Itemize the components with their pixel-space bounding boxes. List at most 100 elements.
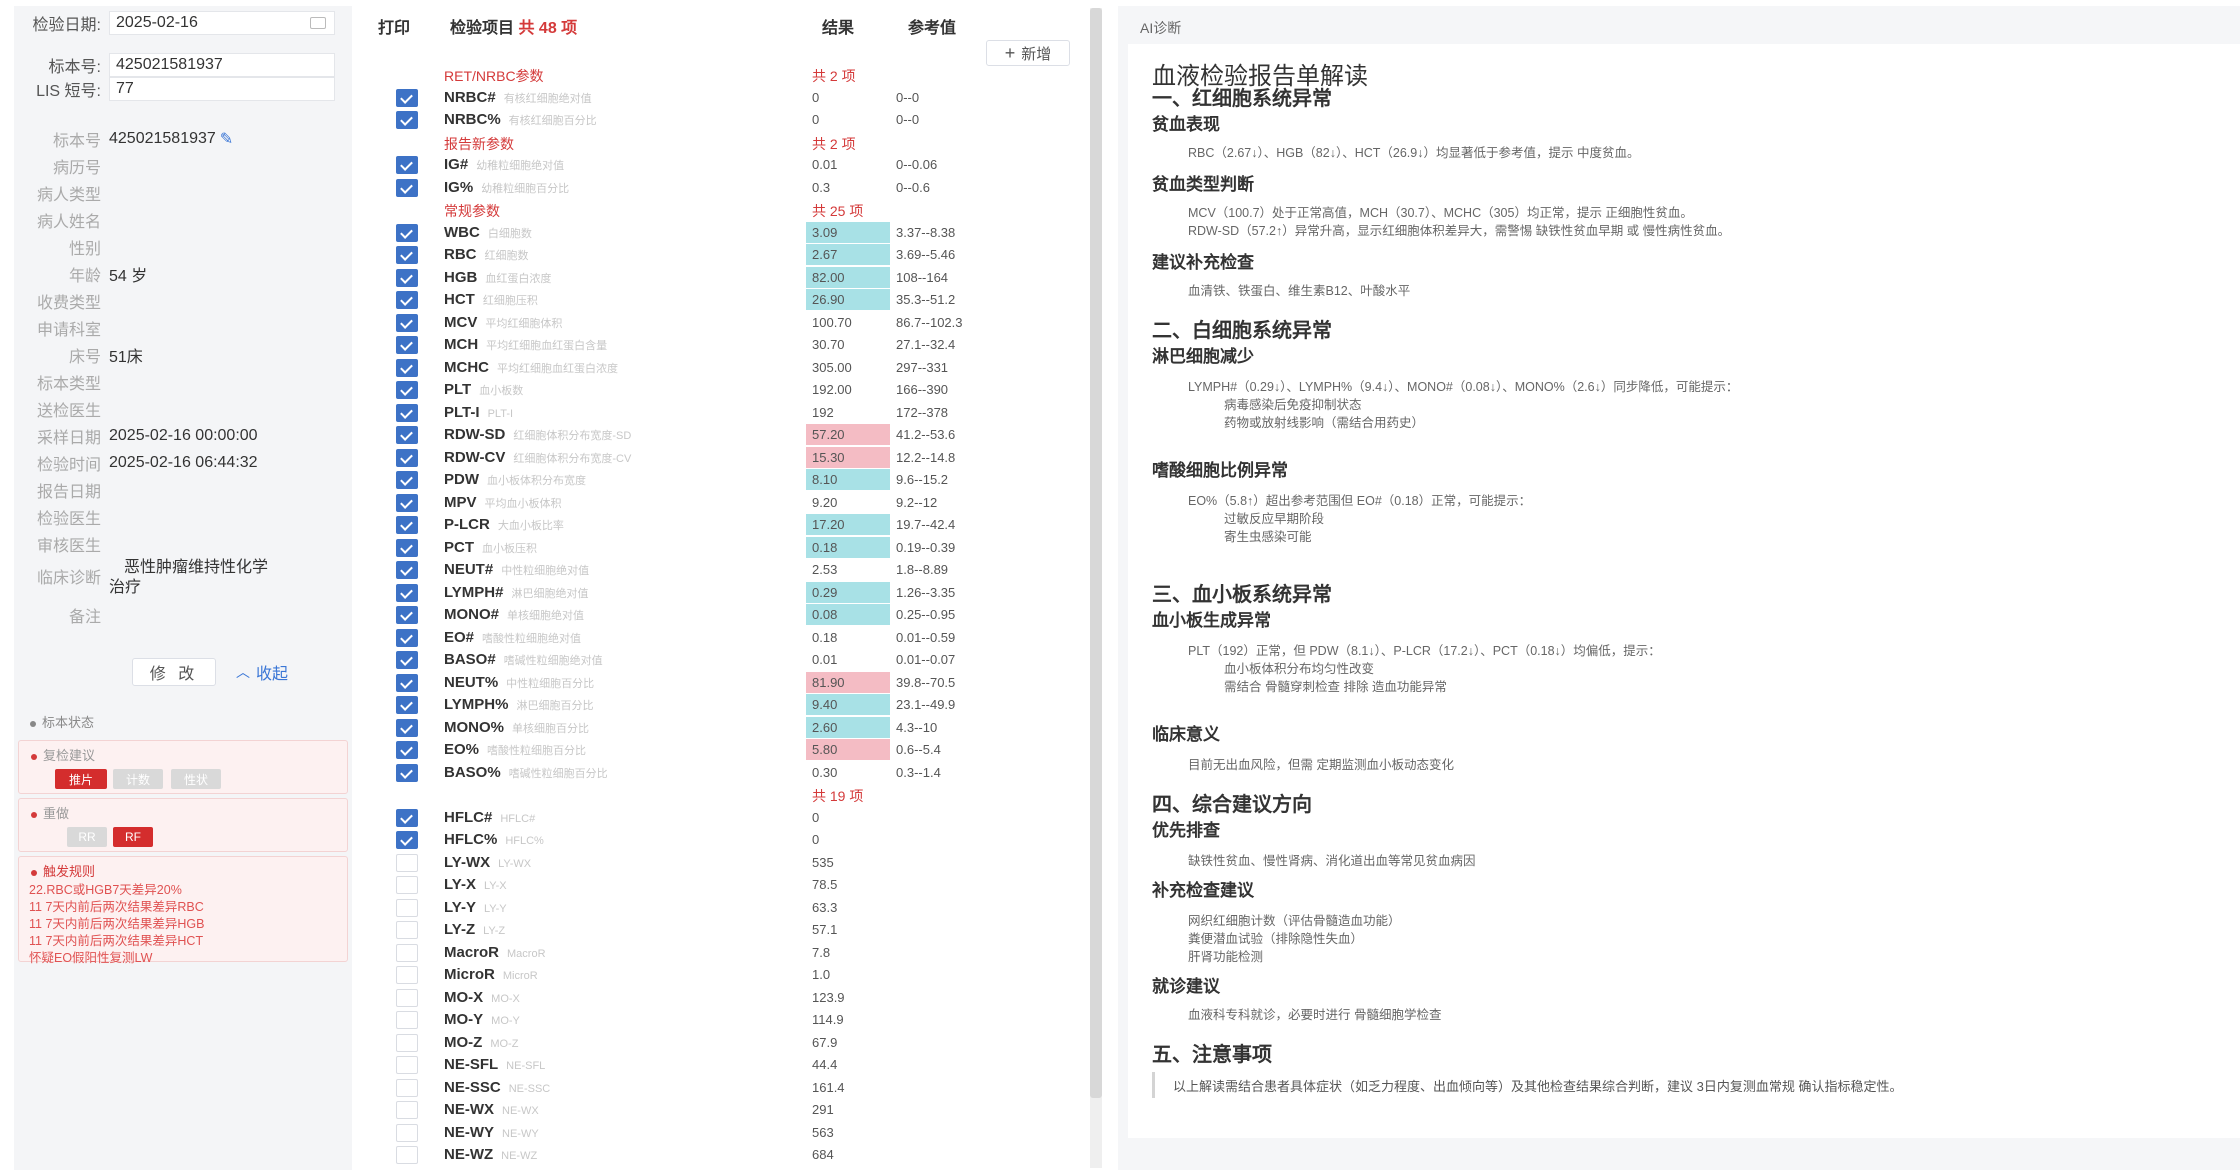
- test-item-row[interactable]: LYMPH# 淋巴细胞绝对值 0.29 1.26--3.35: [362, 581, 1092, 605]
- test-item-row[interactable]: MCV 平均红细胞体积 100.70 86.7--102.3: [362, 312, 1092, 335]
- test-item-row[interactable]: RDW-CV 红细胞体积分布宽度-CV 15.30 12.2--14.8: [362, 446, 1092, 470]
- test-item-row[interactable]: IG# 幼稚粒细胞绝对值 0.01 0--0.06: [362, 154, 1092, 177]
- test-item-row[interactable]: HGB 血红蛋白浓度 82.00 108--164: [362, 266, 1092, 290]
- test-item-row[interactable]: PDW 血小板体积分布宽度 8.10 9.6--15.2: [362, 469, 1092, 492]
- redo-tag-rr[interactable]: RR: [67, 827, 107, 847]
- print-checkbox[interactable]: [396, 426, 418, 444]
- result-value[interactable]: 0: [806, 87, 890, 108]
- test-item-row[interactable]: MO-X MO-X 123.9: [362, 987, 1092, 1010]
- print-checkbox[interactable]: [396, 966, 418, 984]
- recheck-tag-smear[interactable]: 推片: [55, 769, 107, 789]
- test-item-row[interactable]: LY-X LY-X 78.5: [362, 874, 1092, 897]
- result-value-low[interactable]: 82.00: [806, 266, 890, 288]
- test-item-row[interactable]: BASO% 嗜碱性粒细胞百分比 0.30 0.3--1.4: [362, 762, 1092, 785]
- test-item-row[interactable]: LY-WX LY-WX 535: [362, 852, 1092, 875]
- result-value[interactable]: 0: [806, 829, 890, 850]
- print-checkbox[interactable]: [396, 1146, 418, 1164]
- result-value[interactable]: 1.0: [806, 964, 890, 985]
- print-checkbox[interactable]: [396, 651, 418, 669]
- print-checkbox[interactable]: [396, 943, 418, 962]
- result-value-low[interactable]: 26.90: [806, 289, 890, 310]
- result-value[interactable]: 161.4: [806, 1077, 890, 1098]
- sample-no-input[interactable]: 425021581937: [109, 53, 335, 77]
- print-checkbox[interactable]: [396, 628, 418, 647]
- test-item-row[interactable]: NEUT% 中性粒细胞百分比 81.90 39.8--70.5: [362, 671, 1092, 695]
- result-value-low[interactable]: 0.18: [806, 536, 890, 558]
- print-checkbox[interactable]: [396, 876, 418, 894]
- test-item-row[interactable]: WBC 白细胞数 3.09 3.37--8.38: [362, 221, 1092, 245]
- print-checkbox[interactable]: [396, 853, 418, 872]
- result-value[interactable]: 192: [806, 402, 890, 423]
- result-value[interactable]: 78.5: [806, 874, 890, 895]
- print-checkbox[interactable]: [396, 538, 418, 557]
- test-item-row[interactable]: LYMPH% 淋巴细胞百分比 9.40 23.1--49.9: [362, 694, 1092, 717]
- result-value[interactable]: 67.9: [806, 1032, 890, 1053]
- print-checkbox[interactable]: [396, 493, 418, 512]
- edit-pencil-icon[interactable]: ✎: [220, 129, 233, 149]
- print-checkbox[interactable]: [396, 1123, 418, 1142]
- test-item-row[interactable]: MCHC 平均红细胞血红蛋白浓度 305.00 297--331: [362, 357, 1092, 380]
- test-item-row[interactable]: PCT 血小板压积 0.18 0.19--0.39: [362, 536, 1092, 560]
- result-value[interactable]: 0.3: [806, 177, 890, 198]
- print-checkbox[interactable]: [396, 808, 418, 827]
- result-value[interactable]: 7.8: [806, 942, 890, 963]
- edit-button[interactable]: 修 改: [132, 658, 216, 686]
- print-checkbox[interactable]: [396, 1056, 418, 1074]
- result-value-low[interactable]: 2.60: [806, 716, 890, 738]
- test-item-row[interactable]: MONO# 单核细胞绝对值 0.08 0.25--0.95: [362, 604, 1092, 627]
- print-checkbox[interactable]: [396, 561, 418, 579]
- print-checkbox[interactable]: [396, 696, 418, 714]
- result-value-high[interactable]: 5.80: [806, 739, 890, 760]
- print-checkbox[interactable]: [396, 381, 418, 399]
- result-value[interactable]: 2.53: [806, 559, 890, 580]
- test-item-row[interactable]: HCT 红细胞压积 26.90 35.3--51.2: [362, 289, 1092, 312]
- test-item-row[interactable]: HFLC# HFLC# 0: [362, 807, 1092, 830]
- result-value[interactable]: 0: [806, 807, 890, 828]
- test-item-row[interactable]: NRBC% 有核红细胞百分比 0 0--0: [362, 109, 1092, 132]
- print-checkbox[interactable]: [396, 223, 418, 242]
- result-value[interactable]: 535: [806, 852, 890, 873]
- test-item-row[interactable]: MO-Y MO-Y 114.9: [362, 1009, 1092, 1032]
- result-value-low[interactable]: 17.20: [806, 514, 890, 535]
- result-value[interactable]: 684: [806, 1144, 890, 1165]
- test-item-row[interactable]: LY-Y LY-Y 63.3: [362, 897, 1092, 920]
- print-checkbox[interactable]: [396, 336, 418, 354]
- print-checkbox[interactable]: [396, 246, 418, 264]
- test-item-row[interactable]: PLT-I PLT-I 192 172--378: [362, 402, 1092, 425]
- result-value-low[interactable]: 0.08: [806, 604, 890, 625]
- print-checkbox[interactable]: [396, 673, 418, 692]
- print-checkbox[interactable]: [396, 471, 418, 489]
- recheck-tag-count[interactable]: 计数: [113, 769, 163, 789]
- print-checkbox[interactable]: [396, 448, 418, 467]
- print-checkbox[interactable]: [396, 606, 418, 624]
- result-value[interactable]: 563: [806, 1122, 890, 1143]
- result-value[interactable]: 192.00: [806, 379, 890, 400]
- test-item-row[interactable]: EO# 嗜酸性粒细胞绝对值 0.18 0.01--0.59: [362, 627, 1092, 650]
- result-value[interactable]: 0.18: [806, 627, 890, 648]
- test-item-row[interactable]: MacroR MacroR 7.8: [362, 942, 1092, 965]
- print-checkbox[interactable]: [396, 403, 418, 422]
- result-value[interactable]: 305.00: [806, 357, 890, 378]
- lis-no-input[interactable]: 77: [109, 77, 335, 101]
- print-checkbox[interactable]: [396, 178, 418, 197]
- result-value[interactable]: 114.9: [806, 1009, 890, 1030]
- result-value-low[interactable]: 9.40: [806, 694, 890, 715]
- result-value-high[interactable]: 81.90: [806, 671, 890, 693]
- print-checkbox[interactable]: [396, 358, 418, 377]
- print-checkbox[interactable]: [396, 111, 418, 129]
- collapse-button[interactable]: ︿ 收起: [236, 658, 288, 686]
- result-value[interactable]: 30.70: [806, 334, 890, 355]
- test-item-row[interactable]: NEUT# 中性粒细胞绝对值 2.53 1.8--8.89: [362, 559, 1092, 582]
- calendar-icon[interactable]: [310, 17, 326, 29]
- print-checkbox[interactable]: [396, 1011, 418, 1029]
- redo-tag-rf[interactable]: RF: [113, 827, 153, 847]
- print-checkbox[interactable]: [396, 898, 418, 917]
- print-checkbox[interactable]: [396, 268, 418, 287]
- result-value[interactable]: 100.70: [806, 312, 890, 333]
- print-checkbox[interactable]: [396, 921, 418, 939]
- print-checkbox[interactable]: [396, 1033, 418, 1052]
- print-checkbox[interactable]: [396, 988, 418, 1007]
- test-item-row[interactable]: P-LCR 大血小板比率 17.20 19.7--42.4: [362, 514, 1092, 537]
- result-value[interactable]: 44.4: [806, 1054, 890, 1075]
- test-item-row[interactable]: EO% 嗜酸性粒细胞百分比 5.80 0.6--5.4: [362, 739, 1092, 762]
